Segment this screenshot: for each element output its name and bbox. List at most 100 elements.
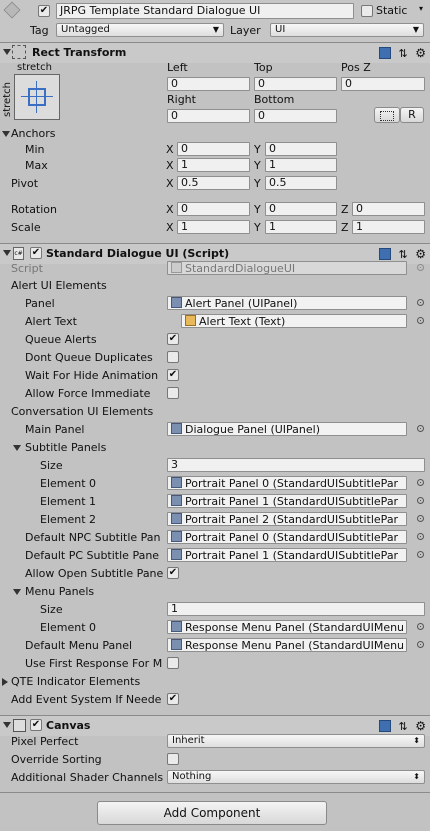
object-picker-icon[interactable] [417,299,424,306]
rotation-z-field[interactable]: 0 [352,202,425,216]
layer-dropdown[interactable]: UI ▼ [270,23,424,37]
object-picker-icon[interactable] [417,533,424,540]
static-checkbox[interactable] [361,5,373,17]
allow-force-row: Allow Force Immediate [0,385,430,403]
pixel-perfect-dropdown[interactable]: Inherit ⬍ [167,734,425,748]
anchor-presets-button[interactable] [14,74,60,120]
menu-panels-row[interactable]: Menu Panels [0,583,430,601]
object-picker-icon[interactable] [417,515,424,522]
allow-open-checkbox[interactable]: ✔ [167,567,179,579]
subtitle-size-row: Size 3 [0,457,430,475]
pixel-perfect-value: Inherit [172,735,205,746]
static-dropdown-icon[interactable]: ▾ [419,4,423,13]
raw-edit-button[interactable]: R [400,107,424,123]
qte-section-label: QTE Indicator Elements [11,675,141,688]
element1-value: Portrait Panel 1 (StandardUISubtitlePar [185,495,399,508]
default-pc-field[interactable]: Portrait Panel 1 (StandardUISubtitlePar [167,548,407,562]
element2-field[interactable]: Portrait Panel 2 (StandardUISubtitlePar [167,512,407,526]
subtitle-panels-label: Subtitle Panels [25,441,107,454]
gear-icon[interactable]: ⚙ [415,719,426,733]
shader-channels-dropdown[interactable]: Nothing ⬍ [167,770,425,784]
menu-size-row: Size 1 [0,601,430,619]
alert-text-field[interactable]: Alert Text (Text) [181,314,407,328]
panel-label: Panel [25,297,55,310]
rect-transform-header[interactable]: Rect Transform ⇅ ⚙ [0,42,430,63]
object-picker-icon[interactable] [417,623,424,630]
help-book-icon[interactable] [379,720,392,732]
foldout-arrow-icon[interactable] [2,131,10,137]
subtitle-panels-row[interactable]: Subtitle Panels [0,439,430,457]
tag-value: Untagged [61,24,110,35]
allow-force-checkbox[interactable] [167,387,179,399]
panel-field[interactable]: Alert Panel (UIPanel) [167,296,407,310]
queue-alerts-checkbox[interactable]: ✔ [167,333,179,345]
script-enabled-checkbox[interactable]: ✔ [30,247,42,259]
script-value: StandardDialogueUI [185,262,296,275]
help-book-icon[interactable] [379,248,392,260]
scale-x-field[interactable]: 1 [177,220,250,234]
use-first-checkbox[interactable] [167,657,179,669]
foldout-arrow-icon[interactable] [13,589,21,595]
default-menu-field[interactable]: Response Menu Panel (StandardUIMenu [167,638,407,652]
element0-field[interactable]: Portrait Panel 0 (StandardUISubtitlePar [167,476,407,490]
preset-sliders-icon[interactable]: ⇅ [399,720,408,733]
qte-section-row[interactable]: QTE Indicator Elements [0,673,430,691]
bottom-label: Bottom [254,93,295,106]
preset-sliders-icon[interactable]: ⇅ [399,47,408,60]
menu-element0-field[interactable]: Response Menu Panel (StandardUIMenu [167,620,407,634]
scale-z-field[interactable]: 1 [352,220,425,234]
max-x-field[interactable]: 1 [177,158,250,172]
foldout-arrow-icon[interactable] [3,722,11,728]
help-book-icon[interactable] [379,47,392,59]
override-sorting-checkbox[interactable] [167,753,179,765]
gear-icon[interactable]: ⚙ [415,247,426,261]
gear-icon[interactable]: ⚙ [415,46,426,60]
add-event-label: Add Event System If Neede [11,693,162,706]
object-picker-icon[interactable] [417,479,424,486]
right-field[interactable]: 0 [167,109,250,123]
element2-label: Element 2 [40,513,97,526]
element1-field[interactable]: Portrait Panel 1 (StandardUISubtitlePar [167,494,407,508]
object-picker-icon[interactable] [417,317,424,324]
use-first-label: Use First Response For M [25,657,163,670]
blueprint-mode-button[interactable] [374,107,400,123]
top-field[interactable]: 0 [254,77,337,91]
default-npc-value: Portrait Panel 0 (StandardUISubtitlePar [185,531,399,544]
rotation-x-field[interactable]: 0 [177,202,250,216]
menu-size-field[interactable]: 1 [167,602,425,616]
dont-queue-checkbox[interactable] [167,351,179,363]
object-picker-icon[interactable] [417,641,424,648]
foldout-arrow-icon[interactable] [3,49,11,55]
alert-text-label: Alert Text [25,315,77,328]
posz-field[interactable]: 0 [341,77,425,91]
pixel-perfect-label: Pixel Perfect [11,735,79,748]
tag-dropdown[interactable]: Untagged ▼ [56,23,224,37]
add-event-checkbox[interactable]: ✔ [167,693,179,705]
foldout-arrow-icon[interactable] [2,678,8,686]
subtitle-size-field[interactable]: 3 [167,458,425,472]
scale-y-field[interactable]: 1 [265,220,337,234]
min-x-field[interactable]: 0 [177,142,250,156]
left-field[interactable]: 0 [167,77,250,91]
pivot-y-field[interactable]: 0.5 [265,176,337,190]
gameobject-name-field[interactable]: JRPG Template Standard Dialogue UI [56,3,354,19]
rotation-y-field[interactable]: 0 [265,202,337,216]
add-component-button[interactable]: Add Component [97,801,327,825]
default-npc-field[interactable]: Portrait Panel 0 (StandardUISubtitlePar [167,530,407,544]
wait-hide-checkbox[interactable]: ✔ [167,369,179,381]
bottom-field[interactable]: 0 [254,109,337,123]
pivot-x-field[interactable]: 0.5 [177,176,250,190]
element1-label: Element 1 [40,495,97,508]
min-y-field[interactable]: 0 [265,142,337,156]
object-picker-icon[interactable] [417,551,424,558]
main-panel-field[interactable]: Dialogue Panel (UIPanel) [167,422,407,436]
object-picker-icon[interactable] [417,497,424,504]
object-picker-icon[interactable] [417,425,424,432]
max-y-field[interactable]: 1 [265,158,337,172]
active-checkbox[interactable]: ✔ [38,5,50,17]
foldout-arrow-icon[interactable] [13,445,21,451]
alert-text-value: Alert Text (Text) [199,315,286,328]
foldout-arrow-icon[interactable] [3,250,11,256]
rotation-row: Rotation X 0 Y 0 Z 0 [0,201,430,219]
canvas-enabled-checkbox[interactable]: ✔ [30,719,42,731]
